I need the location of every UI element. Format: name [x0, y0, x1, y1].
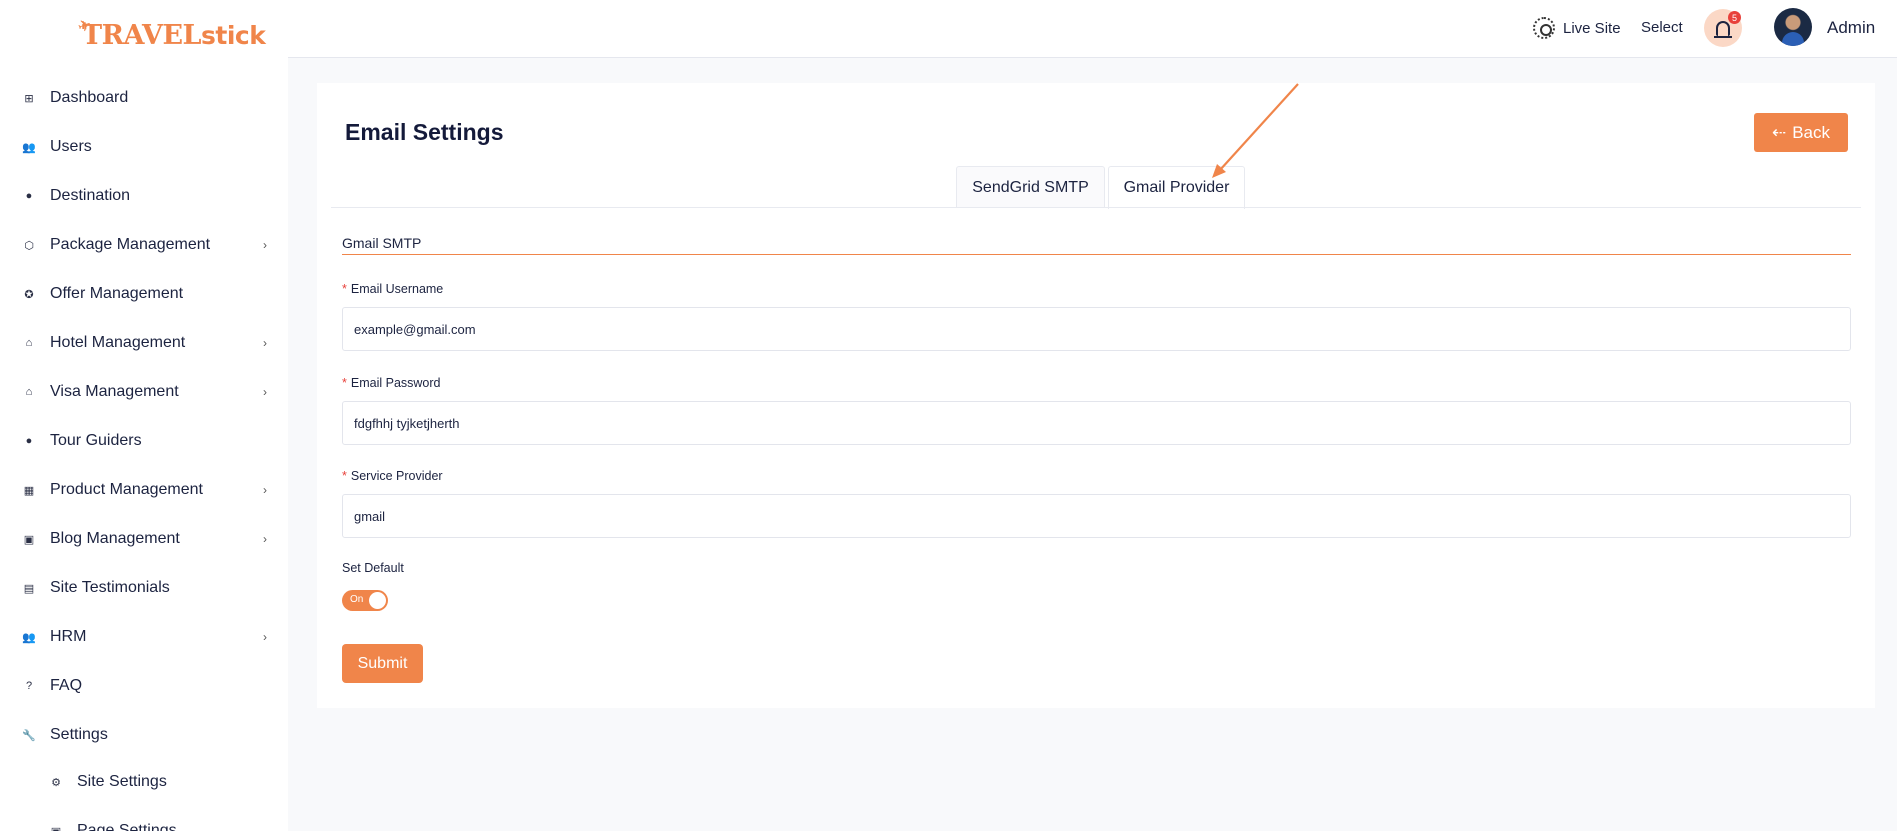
- sidebar-item-users[interactable]: 👥 Users: [0, 127, 288, 167]
- sidebar: ✈ TRAVELstick ⊞ Dashboard 👥 Users ● Destinati…: [0, 0, 288, 831]
- sidebar-item-label: Dashboard: [50, 89, 129, 106]
- sidebar-subitem-page-settings[interactable]: ▣ Page Settings: [0, 811, 288, 831]
- travelstick-logo[interactable]: ✈ TRAVELstick: [76, 14, 266, 54]
- wrench-icon: 🔧: [22, 729, 36, 742]
- sidebar-item-dashboard[interactable]: ⊞ Dashboard: [0, 78, 288, 118]
- sidebar-item-visa-management[interactable]: ⌂ Visa Management ›: [0, 372, 288, 412]
- sidebar-item-label: Offer Management: [50, 285, 184, 302]
- offer-icon: ✪: [24, 288, 34, 301]
- sidebar-item-label: Blog Management: [50, 530, 180, 547]
- email-password-input[interactable]: [342, 401, 1851, 445]
- sidebar-item-label: Package Management: [50, 236, 211, 253]
- tabs-divider: [331, 207, 1861, 208]
- sidebar-item-label: Settings: [50, 726, 108, 743]
- chevron-right-icon: ›: [263, 630, 267, 644]
- sidebar-item-product-management[interactable]: ▦ Product Management ›: [0, 470, 288, 510]
- email-username-input[interactable]: [342, 307, 1851, 351]
- gear-icon: ⚙: [51, 776, 61, 789]
- email-password-label: * Email Password: [342, 376, 441, 390]
- email-settings-card: Email Settings ⇠ Back SendGrid SMTP Gmai…: [317, 83, 1875, 708]
- logo-text: TRAVELstick: [82, 20, 266, 51]
- chevron-right-icon: ›: [263, 483, 267, 497]
- back-button[interactable]: ⇠ Back: [1754, 113, 1848, 152]
- box-icon: ⬡: [24, 239, 34, 252]
- blog-icon: ▣: [23, 533, 35, 546]
- sidebar-item-label: Tour Guiders: [50, 432, 142, 449]
- sidebar-item-destination[interactable]: ● Destination: [0, 176, 288, 216]
- set-default-toggle[interactable]: On: [342, 590, 388, 611]
- sidebar-item-label: Visa Management: [50, 383, 179, 400]
- sidebar-item-offer-management[interactable]: ✪ Offer Management: [0, 274, 288, 314]
- question-icon: ?: [25, 680, 33, 692]
- visa-icon: ⌂: [25, 386, 33, 398]
- notification-count-badge: 5: [1728, 11, 1741, 24]
- chevron-right-icon: ›: [263, 336, 267, 350]
- tab-sendgrid-smtp[interactable]: SendGrid SMTP: [956, 166, 1105, 208]
- sidebar-item-label: Site Testimonials: [50, 579, 170, 596]
- sidebar-item-label: Users: [50, 138, 92, 155]
- sidebar-item-hrm[interactable]: 👥 HRM ›: [0, 617, 288, 657]
- avatar[interactable]: [1774, 8, 1812, 46]
- live-site-link[interactable]: Live Site: [1533, 17, 1621, 39]
- submit-button[interactable]: Submit: [342, 644, 423, 683]
- chevron-right-icon: ›: [263, 238, 267, 252]
- user-name[interactable]: Admin: [1827, 18, 1875, 38]
- language-select[interactable]: Select: [1641, 19, 1683, 36]
- email-username-label: * Email Username: [342, 282, 444, 296]
- sidebar-item-label: Site Settings: [77, 773, 167, 790]
- chevron-right-icon: ›: [263, 532, 267, 546]
- arrow-left-icon: ⇠: [1771, 122, 1787, 142]
- section-title: Gmail SMTP: [342, 235, 422, 251]
- team-icon: 👥: [22, 631, 36, 644]
- set-default-label: Set Default: [342, 561, 404, 575]
- toggle-state-label: On: [350, 594, 364, 605]
- chevron-right-icon: ›: [263, 385, 267, 399]
- annotation-arrow: [1212, 83, 1299, 178]
- notifications-button[interactable]: 5: [1704, 9, 1742, 47]
- back-button-label: Back: [1792, 122, 1831, 142]
- users-icon: 👥: [22, 141, 36, 154]
- sidebar-item-settings[interactable]: 🔧 Settings: [0, 715, 288, 755]
- sidebar-item-label: Product Management: [50, 481, 203, 498]
- sidebar-item-blog-management[interactable]: ▣ Blog Management ›: [0, 519, 288, 559]
- sidebar-item-label: FAQ: [50, 677, 83, 694]
- topbar: Live Site Select 5 Admin: [288, 0, 1897, 58]
- service-provider-label: * Service Provider: [342, 469, 443, 483]
- sidebar-item-faq[interactable]: ? FAQ: [0, 666, 288, 706]
- location-icon: ●: [25, 190, 33, 202]
- bell-icon: [1714, 20, 1732, 38]
- sidebar-item-label: Destination: [50, 187, 131, 204]
- sidebar-item-package-management[interactable]: ⬡ Package Management ›: [0, 225, 288, 265]
- sidebar-item-tour-guiders[interactable]: ● Tour Guiders: [0, 421, 288, 461]
- hotel-icon: ⌂: [25, 337, 33, 349]
- sidebar-item-site-testimonials[interactable]: ▤ Site Testimonials: [0, 568, 288, 608]
- page-icon: ▣: [49, 824, 63, 831]
- sidebar-item-label: HRM: [50, 628, 87, 645]
- section-divider: [342, 254, 1851, 255]
- service-provider-input[interactable]: [342, 494, 1851, 538]
- sidebar-item-hotel-management[interactable]: ⌂ Hotel Management ›: [0, 323, 288, 363]
- sidebar-subitem-site-settings[interactable]: ⚙ Site Settings: [0, 762, 288, 802]
- sidebar-item-label: Hotel Management: [50, 334, 186, 351]
- grid-icon: ▦: [23, 484, 35, 497]
- live-site-label: Live Site: [1563, 19, 1621, 37]
- live-site-icon: [1533, 17, 1555, 39]
- sidebar-item-label: Page Settings: [77, 822, 177, 831]
- comment-icon: ▤: [23, 582, 35, 595]
- page-title: Email Settings: [345, 119, 504, 145]
- dashboard-icon: ⊞: [24, 92, 34, 105]
- person-icon: ●: [25, 435, 33, 447]
- toggle-knob: [369, 592, 386, 609]
